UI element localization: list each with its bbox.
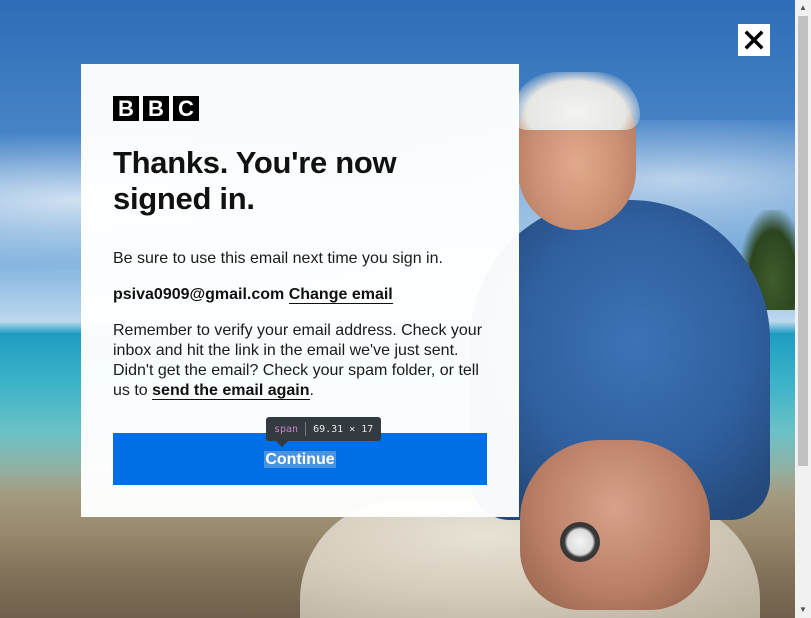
change-email-link[interactable]: Change email bbox=[288, 286, 393, 304]
verify-email-text: Remember to verify your email address. C… bbox=[113, 321, 487, 401]
email-row: psiva0909@gmail.com Change email bbox=[113, 285, 487, 305]
wristwatch bbox=[560, 522, 600, 562]
scrollbar-thumb[interactable] bbox=[798, 16, 808, 466]
person-hair bbox=[512, 72, 640, 130]
inspector-dimensions: 69.31 × 17 bbox=[313, 423, 374, 435]
continue-button-label: Continue bbox=[264, 450, 336, 468]
bbc-logo-letter-2: B bbox=[143, 96, 169, 121]
signed-in-email: psiva0909@gmail.com bbox=[113, 286, 285, 303]
scroll-up-arrow-icon[interactable]: ▲ bbox=[795, 0, 811, 16]
bbc-logo-letter-1: B bbox=[113, 96, 139, 121]
bbc-logo-letter-3: C bbox=[173, 96, 199, 121]
person-arm bbox=[520, 440, 710, 610]
intro-text: Be sure to use this email next time you … bbox=[113, 250, 443, 267]
inspector-tag-name: span bbox=[274, 423, 299, 435]
page-viewport: B B C Thanks. You're now signed in. Be s… bbox=[0, 0, 811, 618]
close-button[interactable] bbox=[738, 24, 770, 56]
send-email-again-link[interactable]: send the email again bbox=[152, 382, 310, 400]
inspector-separator bbox=[305, 422, 307, 436]
scroll-down-arrow-icon[interactable]: ▼ bbox=[795, 602, 811, 618]
signin-confirmation-dialog: B B C Thanks. You're now signed in. Be s… bbox=[81, 64, 519, 517]
bbc-logo: B B C bbox=[113, 96, 487, 121]
page-title: Thanks. You're now signed in. bbox=[113, 145, 397, 216]
verify-text-end: . bbox=[309, 382, 314, 399]
vertical-scrollbar[interactable]: ▲ ▼ bbox=[795, 0, 811, 618]
element-inspector-tooltip: span 69.31 × 17 bbox=[266, 417, 382, 447]
close-icon bbox=[744, 30, 764, 50]
